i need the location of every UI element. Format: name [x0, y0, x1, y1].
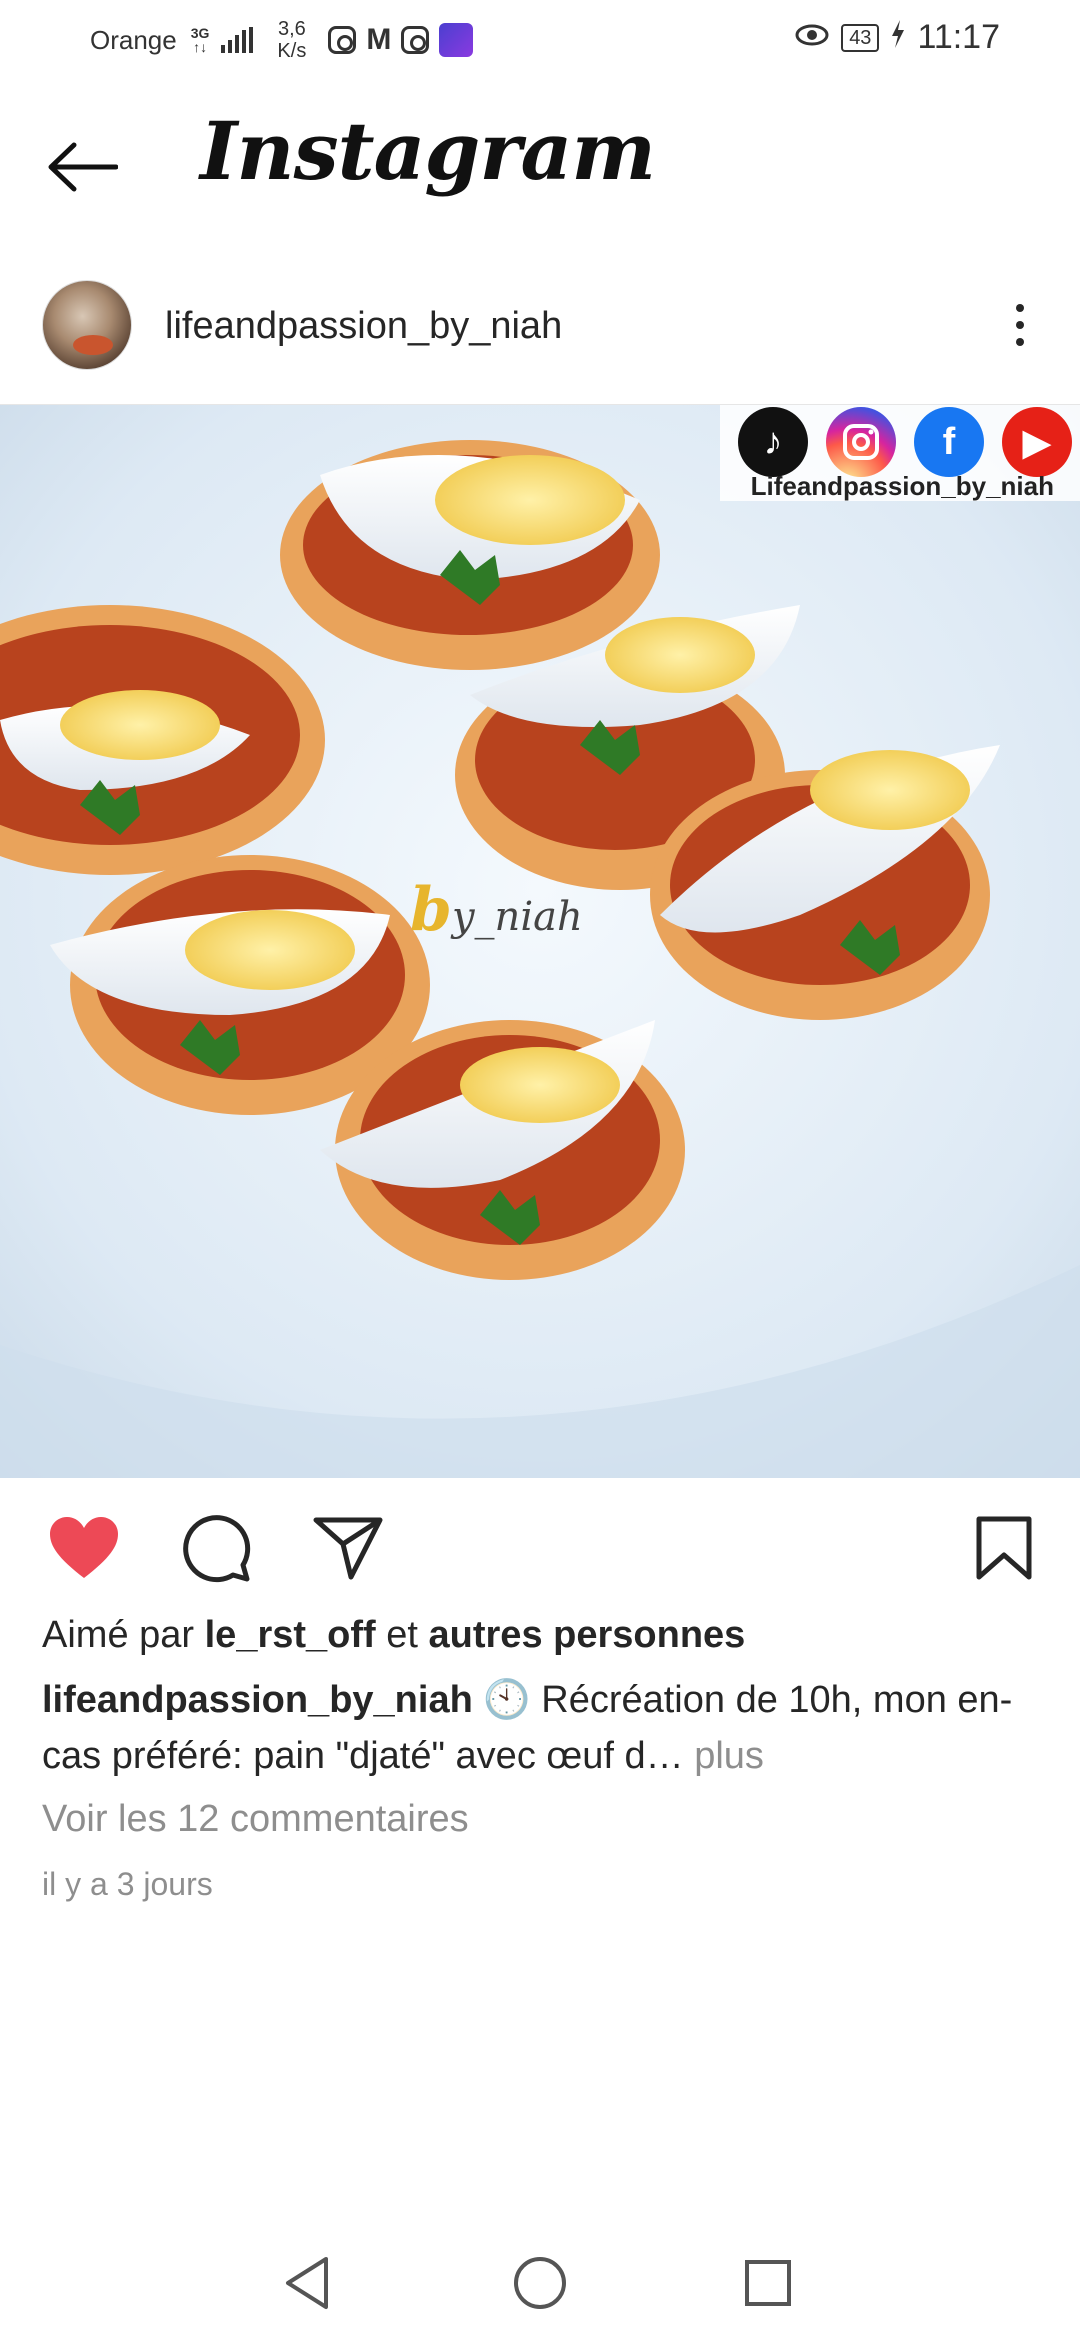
network-type: 3G ↑↓ [191, 26, 210, 54]
status-bar-left: Orange 3G ↑↓ 3,6 K/s M [90, 18, 474, 62]
view-comments-link[interactable]: Voir les 12 commentaires [42, 1798, 469, 1841]
nav-home-icon [514, 2257, 566, 2309]
notification-icons: M [328, 23, 474, 57]
app-title: Instagram [200, 104, 656, 198]
share-button[interactable] [310, 1510, 386, 1586]
nav-back-button[interactable] [272, 2248, 342, 2318]
bread-slice [280, 440, 660, 670]
carrier-name: Orange [90, 24, 177, 55]
bookmark-icon [976, 1516, 1032, 1580]
caption-author[interactable]: lifeandpassion_by_niah [42, 1679, 473, 1721]
app-notification-icon [439, 23, 474, 57]
post-timestamp: il y a 3 jours [42, 1866, 213, 1902]
more-options-button[interactable] [1000, 295, 1040, 355]
social-icons: ♪ f ▶ [738, 407, 1072, 477]
gmail-notification-icon: M [366, 23, 392, 56]
back-button[interactable] [44, 129, 120, 205]
app-header: Instagram [0, 84, 1080, 254]
speed-value: 3,6 [277, 18, 306, 40]
likes-summary[interactable]: Aimé par le_rst_off et autres personnes [42, 1614, 745, 1657]
post-action-bar [0, 1478, 1080, 1608]
post-caption: lifeandpassion_by_niah 🕙 Récréation de 1… [42, 1672, 1042, 1784]
back-arrow-icon [48, 142, 118, 192]
watermark-b: b [410, 875, 452, 945]
facebook-icon: f [914, 407, 984, 477]
comment-button[interactable] [178, 1510, 254, 1586]
caption-more-link[interactable]: plus [694, 1735, 764, 1777]
charging-icon [891, 20, 905, 55]
clock: 11:17 [917, 18, 1000, 56]
youtube-icon: ▶ [1002, 407, 1072, 477]
status-bar: Orange 3G ↑↓ 3,6 K/s M 43 11:17 [0, 0, 1080, 84]
heart-icon [50, 1517, 118, 1578]
post-image[interactable]: ♪ f ▶ Lifeandpassion_by_niah by_niah [0, 404, 1080, 1478]
liker-username[interactable]: le_rst_off [205, 1614, 376, 1656]
likes-others[interactable]: autres personnes [429, 1614, 746, 1656]
network-activity: ↑↓ [193, 39, 208, 55]
share-icon [313, 1517, 383, 1580]
social-media-strip: ♪ f ▶ Lifeandpassion_by_niah [720, 405, 1080, 501]
status-bar-right: 43 11:17 [795, 18, 1000, 57]
nav-back-icon [286, 2257, 328, 2309]
avatar[interactable] [42, 280, 132, 370]
system-nav-bar [0, 2220, 1080, 2340]
instagram-notification-icon [401, 26, 430, 54]
comment-icon [183, 1515, 251, 1583]
clock-emoji: 🕙 [483, 1679, 531, 1721]
more-vertical-icon [1016, 304, 1024, 312]
tiktok-icon: ♪ [738, 407, 808, 477]
speed-unit: K/s [277, 40, 307, 62]
instagram-icon [826, 407, 896, 477]
eye-comfort-icon [795, 21, 829, 55]
network-speed: 3,6 K/s [277, 18, 306, 62]
save-button[interactable] [966, 1510, 1042, 1586]
battery-icon: 43 [841, 23, 880, 52]
like-button[interactable] [46, 1510, 122, 1586]
nav-recent-button[interactable] [733, 2248, 803, 2318]
instagram-notification-icon [328, 26, 357, 54]
image-watermark: by_niah [410, 875, 583, 945]
post-username[interactable]: lifeandpassion_by_niah [165, 305, 562, 348]
signal-icon [221, 27, 254, 53]
nav-home-button[interactable] [505, 2248, 575, 2318]
likes-middle: et [386, 1614, 418, 1656]
network-type-label: 3G [190, 25, 210, 41]
image-social-handle: Lifeandpassion_by_niah [750, 471, 1054, 501]
nav-recent-icon [745, 2260, 791, 2306]
likes-prefix: Aimé par [42, 1614, 195, 1656]
post-header: lifeandpassion_by_niah [0, 265, 1080, 405]
watermark-text: y_niah [451, 894, 583, 940]
